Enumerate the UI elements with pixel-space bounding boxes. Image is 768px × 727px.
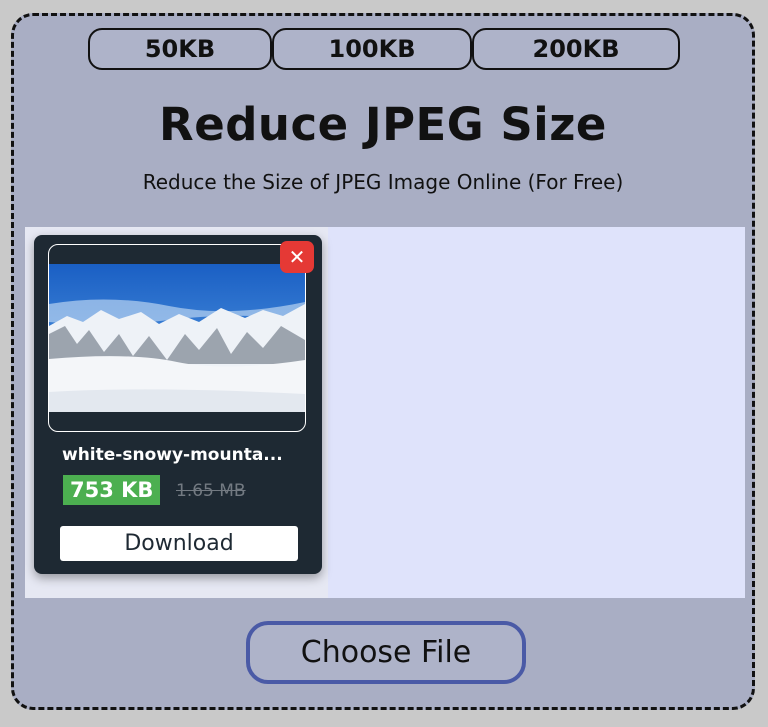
preset-100kb-button[interactable]: 100KB — [272, 28, 472, 70]
file-slot: ✕ white-snowy-mounta... 753 KB 1.65 MB D… — [25, 227, 328, 598]
original-size: 1.65 MB — [176, 481, 246, 501]
compressor-panel: 50KB 100KB 200KB Reduce JPEG Size Reduce… — [11, 13, 755, 710]
page-subtitle: Reduce the Size of JPEG Image Online (Fo… — [142, 170, 624, 194]
preset-200kb-button[interactable]: 200KB — [472, 28, 680, 70]
file-card: ✕ white-snowy-mounta... 753 KB 1.65 MB D… — [34, 235, 322, 574]
close-icon: ✕ — [288, 245, 306, 269]
compressed-size-badge: 753 KB — [63, 475, 161, 505]
remove-file-button[interactable]: ✕ — [280, 241, 314, 273]
page-title: Reduce JPEG Size — [159, 98, 607, 151]
snowy-mountain-image — [49, 264, 305, 412]
preset-size-group: 50KB 100KB 200KB — [88, 28, 680, 70]
file-dropzone[interactable]: ✕ white-snowy-mounta... 753 KB 1.65 MB D… — [25, 227, 745, 598]
file-name: white-snowy-mounta... — [62, 445, 283, 465]
download-button[interactable]: Download — [60, 526, 298, 561]
choose-file-button[interactable]: Choose File — [246, 621, 526, 684]
image-thumbnail — [48, 244, 306, 432]
preset-50kb-button[interactable]: 50KB — [88, 28, 272, 70]
